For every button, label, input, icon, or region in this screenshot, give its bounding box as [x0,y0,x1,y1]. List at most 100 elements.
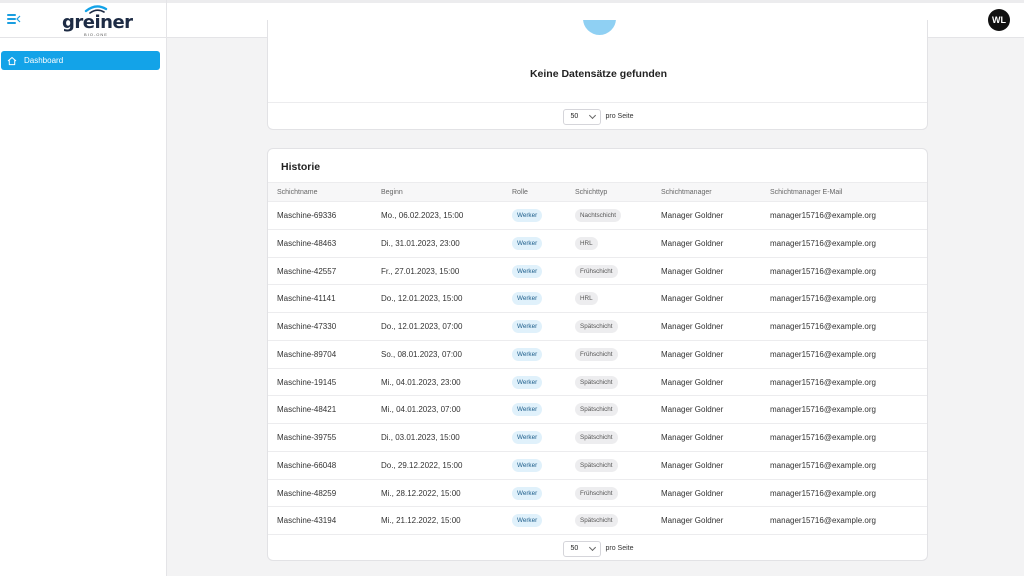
role-badge: Werker [512,486,543,500]
table-row[interactable]: Maschine-48463 Di., 31.01.2023, 23:00 Werk… [268,230,927,258]
role-badge: Werker [512,236,543,250]
header-divider [166,0,167,38]
column-header-beginn[interactable]: Beginn [381,189,403,196]
table-row[interactable]: Maschine-41141 Do., 12.01.2023, 15:00 Werk… [268,285,927,313]
cell-schichtname: Maschine-48421 [277,405,337,415]
table-header: Schichtname Beginn Rolle Schichttyp Schi… [268,182,927,202]
cell-schichtname: Maschine-19145 [277,377,337,387]
cell-beginn: So., 08.01.2023, 07:00 [381,349,462,359]
cell-schichtname: Maschine-41141 [277,294,336,304]
cell-schichtmanager: Manager Goldner [661,460,724,470]
cell-manager-email: manager15716@example.org [770,294,876,304]
column-header-rolle[interactable]: Rolle [512,189,528,196]
cell-beginn: Do., 12.01.2023, 15:00 [381,294,463,304]
cell-beginn: Mi., 04.01.2023, 07:00 [381,405,461,415]
per-page-label: pro Seite [605,545,634,552]
column-header-schichtname[interactable]: Schichtname [277,189,317,196]
cell-manager-email: manager15716@example.org [770,516,876,526]
cell-beginn: Mo., 06.02.2023, 15:00 [381,211,464,220]
pagination-bar: 50 pro Seite [268,102,927,129]
per-page-value: 50 [570,545,579,552]
cell-manager-email: manager15716@example.org [770,488,876,498]
shift-type-badge: Spätschicht [575,375,618,389]
cell-schichtmanager: Manager Goldner [661,322,724,331]
cell-schichtmanager: Manager Goldner [661,433,724,442]
cell-beginn: Mi., 28.12.2022, 15:00 [381,488,461,498]
role-badge: Werker [512,320,543,333]
cell-schichtname: Maschine-48259 [277,488,337,498]
per-page-select[interactable]: 50 [563,108,602,125]
shift-type-badge: HRL [575,236,598,250]
cell-schichtmanager: Manager Goldner [661,211,724,220]
role-badge: Werker [512,458,543,472]
cell-manager-email: manager15716@example.org [770,266,876,276]
pagination-bar: 50 pro Seite [268,534,927,560]
cell-beginn: Fr., 27.01.2023, 15:00 [381,266,460,276]
table-row[interactable]: Maschine-48421 Mi., 04.01.2023, 07:00 Werk… [268,396,927,424]
shift-type-badge: Spätschicht [575,403,618,417]
cell-schichtmanager: Manager Goldner [661,377,724,387]
column-header-schichtmanager[interactable]: Schichtmanager [661,189,712,196]
role-badge: Werker [512,209,543,222]
table-row[interactable]: Maschine-66048 Do., 29.12.2022, 15:00 Werk… [268,452,927,480]
chevron-down-icon [589,543,597,551]
cell-schichtname: Maschine-47330 [277,322,337,331]
logo-subtitle: BIO-ONE [84,32,108,37]
sidebar-item-dashboard[interactable]: Dashboard [1,51,160,70]
cell-schichtname: Maschine-39755 [277,433,337,442]
shift-type-badge: Nachtschicht [575,209,622,222]
cell-schichtmanager: Manager Goldner [661,349,724,359]
empty-state-illustration [583,20,616,35]
table-row[interactable]: Maschine-69336 Mo., 06.02.2023, 15:00 Werk… [268,202,927,230]
cell-schichtmanager: Manager Goldner [661,266,724,276]
user-avatar[interactable]: WL [988,9,1010,31]
table-row[interactable]: Maschine-43194 Mi., 21.12.2022, 15:00 Werk… [268,507,927,535]
cell-manager-email: manager15716@example.org [770,211,876,220]
cell-schichtmanager: Manager Goldner [661,516,724,526]
cell-manager-email: manager15716@example.org [770,405,876,415]
shift-type-badge: Frühschicht [575,264,618,278]
history-card: Historie Schichtname Beginn Rolle Schich… [267,148,928,561]
role-badge: Werker [512,347,543,361]
cell-manager-email: manager15716@example.org [770,433,876,442]
shift-type-badge: Spätschicht [575,514,618,528]
table-row[interactable]: Maschine-47330 Do., 12.01.2023, 07:00 Werk… [268,313,927,341]
cell-beginn: Do., 12.01.2023, 07:00 [381,322,463,331]
per-page-value: 50 [570,113,579,120]
cell-beginn: Di., 31.01.2023, 23:00 [381,238,460,248]
cell-schichtname: Maschine-69336 [277,211,337,220]
cell-schichtmanager: Manager Goldner [661,405,724,415]
role-badge: Werker [512,403,543,417]
role-badge: Werker [512,514,543,528]
logo-wordmark: greiner [62,12,133,33]
cell-schichtname: Maschine-42557 [277,266,337,276]
cell-schichtmanager: Manager Goldner [661,294,724,304]
cell-schichtname: Maschine-89704 [277,349,337,359]
empty-results-card: Keine Datensätze gefunden 50 pro Seite [267,20,928,130]
cell-schichtmanager: Manager Goldner [661,488,724,498]
table-row[interactable]: Maschine-48259 Mi., 28.12.2022, 15:00 Werk… [268,480,927,508]
shift-type-badge: Spätschicht [575,320,618,333]
cell-manager-email: manager15716@example.org [770,460,876,470]
cell-manager-email: manager15716@example.org [770,349,876,359]
cell-beginn: Mi., 04.01.2023, 23:00 [381,377,461,387]
table-row[interactable]: Maschine-19145 Mi., 04.01.2023, 23:00 Werk… [268,369,927,397]
table-row[interactable]: Maschine-42557 Fr., 27.01.2023, 15:00 Werk… [268,258,927,286]
history-title: Historie [281,161,321,173]
cell-manager-email: manager15716@example.org [770,377,876,387]
cell-schichtname: Maschine-48463 [277,238,337,248]
column-header-manager-email[interactable]: Schichtmanager E-Mail [770,189,842,196]
greiner-logo[interactable]: greiner BIO-ONE [62,4,133,37]
top-strip [0,0,1024,3]
menu-collapse-icon[interactable] [7,13,21,25]
role-badge: Werker [512,292,543,306]
table-row[interactable]: Maschine-89704 So., 08.01.2023, 07:00 Werk… [268,341,927,369]
per-page-select[interactable]: 50 [563,540,602,557]
shift-type-badge: Spätschicht [575,458,618,472]
cell-schichtname: Maschine-43194 [277,516,337,526]
cell-beginn: Mi., 21.12.2022, 15:00 [381,516,461,526]
per-page-label: pro Seite [605,113,634,120]
empty-state-message: Keine Datensätze gefunden [529,68,668,80]
table-row[interactable]: Maschine-39755 Di., 03.01.2023, 15:00 Werk… [268,424,927,452]
column-header-schichttyp[interactable]: Schichttyp [575,189,607,196]
